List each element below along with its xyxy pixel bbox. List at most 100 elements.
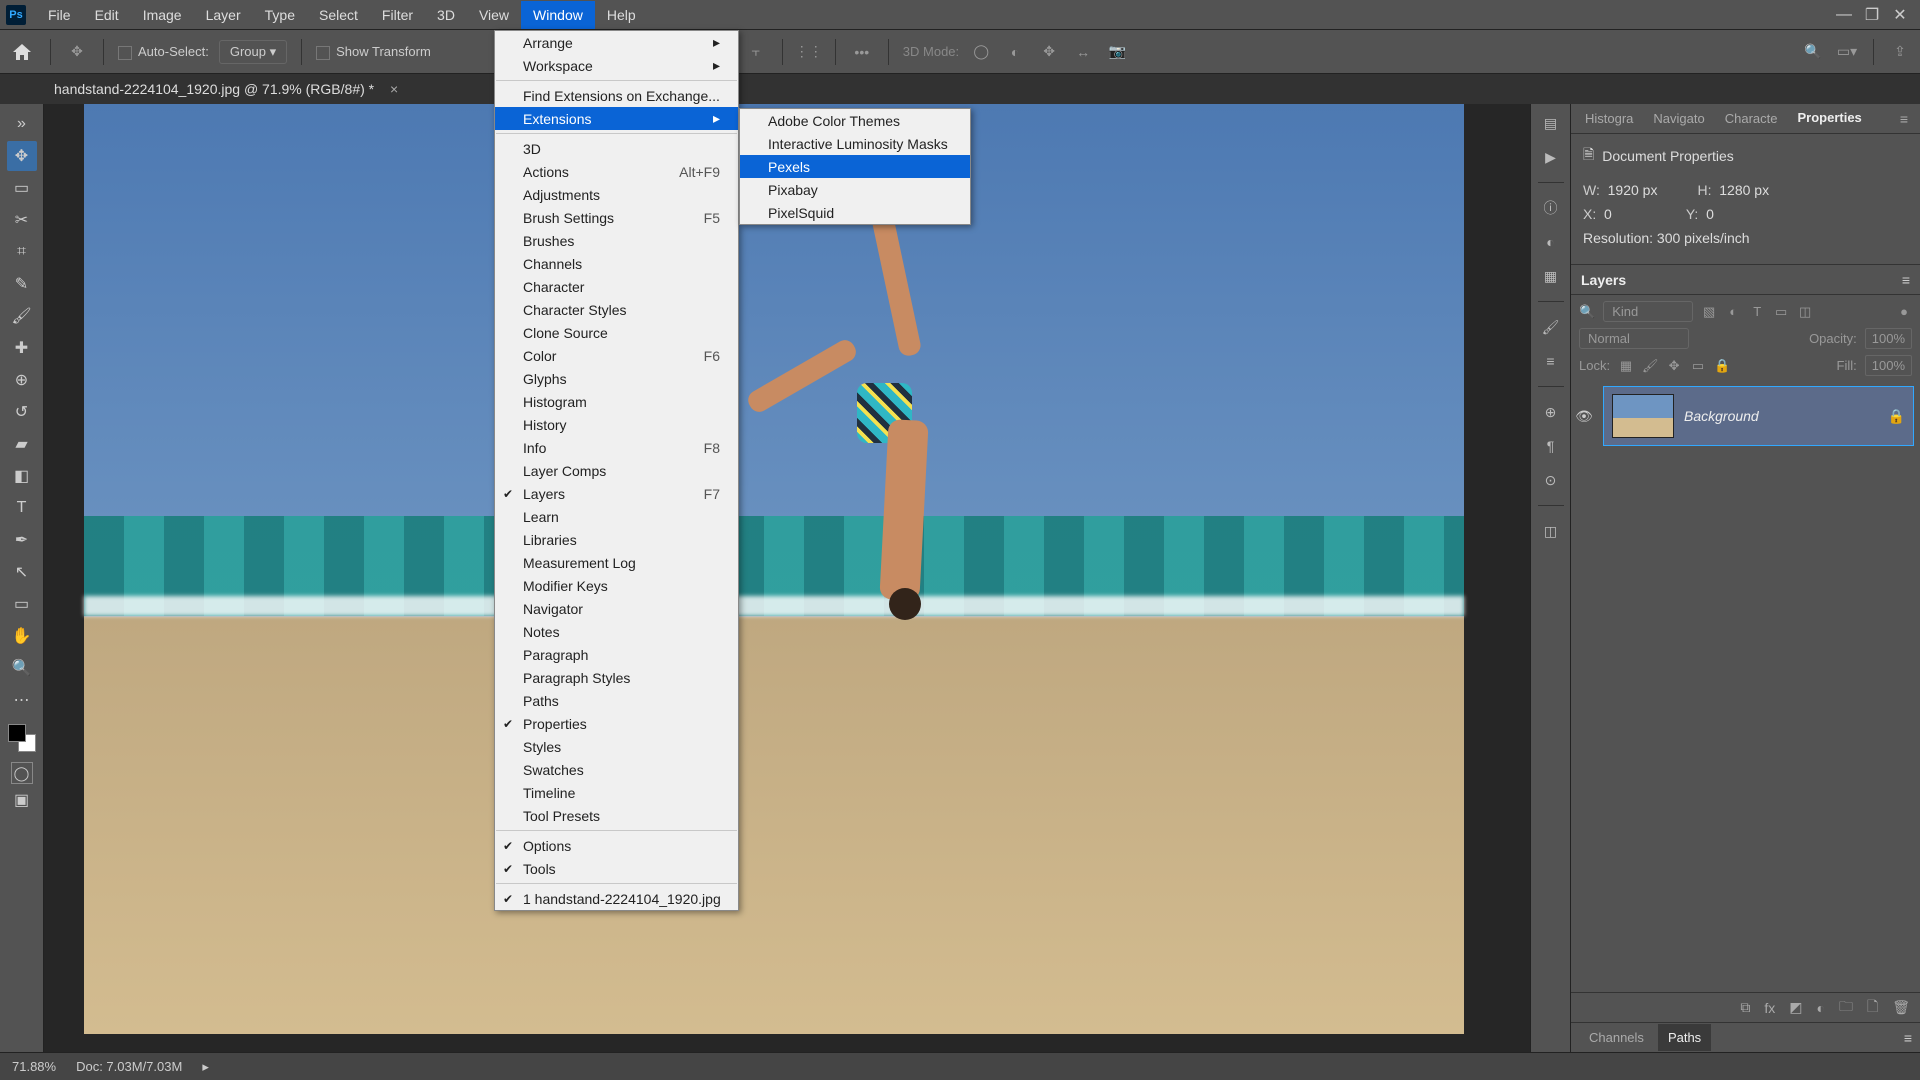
layer-thumbnail[interactable]	[1612, 394, 1674, 438]
filter-pixel-icon[interactable]: ▧	[1701, 304, 1717, 320]
screen-mode-icon[interactable]: ▣	[7, 785, 37, 815]
align-right-icon[interactable]: ⫟	[744, 40, 768, 64]
lock-brush-icon[interactable]: 🖌	[1642, 358, 1658, 374]
opacity-value[interactable]: 100%	[1865, 328, 1912, 349]
swatches-panel-icon[interactable]: ▦	[1538, 263, 1564, 289]
delete-layer-icon[interactable]: 🗑	[1892, 999, 1910, 1016]
fill-value[interactable]: 100%	[1865, 355, 1912, 376]
mi-color[interactable]: ColorF6	[495, 344, 738, 367]
window-close-icon[interactable]: ✕	[1886, 5, 1914, 25]
edit-toolbar-icon[interactable]: ⋯	[7, 685, 37, 715]
brushes-panel-icon[interactable]: ≡	[1538, 348, 1564, 374]
mi-channels[interactable]: Channels	[495, 252, 738, 275]
mi-arrange[interactable]: Arrange▸	[495, 31, 738, 54]
mi-history[interactable]: History	[495, 413, 738, 436]
layer-lock-icon[interactable]: 🔒	[1888, 408, 1905, 425]
collapse-toolbox-icon[interactable]: »	[7, 109, 37, 139]
mi-layers[interactable]: ✔LayersF7	[495, 482, 738, 505]
lock-all-icon[interactable]: 🔒	[1714, 358, 1730, 374]
doc-size[interactable]: Doc: 7.03M/7.03M	[76, 1059, 182, 1074]
mi-tools[interactable]: ✔Tools	[495, 857, 738, 880]
3d-camera-icon[interactable]: 📷	[1105, 40, 1129, 64]
3d-orbit-icon[interactable]: ◯	[969, 40, 993, 64]
color-swatches[interactable]	[8, 724, 36, 752]
menu-layer[interactable]: Layer	[194, 1, 253, 29]
menu-image[interactable]: Image	[131, 1, 194, 29]
window-restore-icon[interactable]: ❐	[1858, 5, 1886, 25]
mi-histogram[interactable]: Histogram	[495, 390, 738, 413]
menu-window[interactable]: Window	[521, 1, 595, 29]
mi-options[interactable]: ✔Options	[495, 834, 738, 857]
tab-properties[interactable]: Properties	[1789, 104, 1869, 133]
pen-tool[interactable]: ✒	[7, 525, 37, 555]
layer-row[interactable]: Background 🔒	[1603, 386, 1914, 446]
mi-clone-source[interactable]: Clone Source	[495, 321, 738, 344]
crop-tool[interactable]: ⌗	[7, 237, 37, 267]
eyedropper-tool[interactable]: ✎	[7, 269, 37, 299]
menu-select[interactable]: Select	[307, 1, 370, 29]
mi-paragraph[interactable]: Paragraph	[495, 643, 738, 666]
libraries-panel-icon[interactable]: ◫	[1538, 518, 1564, 544]
mi-properties[interactable]: ✔Properties	[495, 712, 738, 735]
ext-pexels[interactable]: Pexels	[740, 155, 970, 178]
window-minimize-icon[interactable]: —	[1830, 6, 1858, 24]
document-tab[interactable]: handstand-2224104_1920.jpg @ 71.9% (RGB/…	[40, 75, 412, 103]
layer-name[interactable]: Background	[1684, 408, 1878, 424]
menu-file[interactable]: File	[36, 1, 83, 29]
actions-panel-icon[interactable]: ▶	[1538, 144, 1564, 170]
blend-mode-dropdown[interactable]: Normal	[1579, 328, 1689, 349]
3d-roll-icon[interactable]: ◐	[1003, 40, 1027, 64]
layer-mask-icon[interactable]: ◩	[1789, 999, 1802, 1016]
history-brush-tool[interactable]: ↺	[7, 397, 37, 427]
lock-artboard-icon[interactable]: ▭	[1690, 358, 1706, 374]
eraser-tool[interactable]: ▰	[7, 429, 37, 459]
auto-select-checkbox[interactable]: Auto-Select:	[118, 43, 209, 59]
menu-view[interactable]: View	[467, 1, 521, 29]
move-tool[interactable]: ✥	[7, 141, 37, 171]
mi-brush-settings[interactable]: Brush SettingsF5	[495, 206, 738, 229]
tab-histogram[interactable]: Histogra	[1577, 105, 1641, 132]
workspace-switcher-icon[interactable]: ▭▾	[1835, 40, 1859, 64]
auto-select-dropdown[interactable]: Group ▾	[219, 40, 287, 64]
filter-shape-icon[interactable]: ▭	[1773, 304, 1789, 320]
layer-visibility-icon[interactable]: 👁	[1571, 408, 1597, 425]
mi-paragraph-styles[interactable]: Paragraph Styles	[495, 666, 738, 689]
brush-settings-panel-icon[interactable]: 🖌	[1538, 314, 1564, 340]
menu-filter[interactable]: Filter	[370, 1, 425, 29]
tab-channels[interactable]: Channels	[1579, 1024, 1654, 1051]
hand-tool[interactable]: ✋	[7, 621, 37, 651]
marquee-tool[interactable]: ▭	[7, 173, 37, 203]
move-tool-icon[interactable]: ✥	[65, 40, 89, 64]
info-panel-icon[interactable]: ⓘ	[1538, 195, 1564, 221]
mi-workspace[interactable]: Workspace▸	[495, 54, 738, 77]
quick-mask-icon[interactable]: ◯	[11, 762, 33, 784]
mi-paths[interactable]: Paths	[495, 689, 738, 712]
mi-3d[interactable]: 3D	[495, 137, 738, 160]
filter-smart-icon[interactable]: ◫	[1797, 304, 1813, 320]
zoom-level[interactable]: 71.88%	[12, 1059, 56, 1074]
gradient-tool[interactable]: ◧	[7, 461, 37, 491]
path-select-tool[interactable]: ↖	[7, 557, 37, 587]
menu-edit[interactable]: Edit	[83, 1, 131, 29]
close-tab-icon[interactable]: ×	[390, 81, 398, 97]
ext-pixabay[interactable]: Pixabay	[740, 178, 970, 201]
mi-styles[interactable]: Styles	[495, 735, 738, 758]
search-icon[interactable]: 🔍	[1801, 40, 1825, 64]
filter-type-icon[interactable]: T	[1749, 304, 1765, 320]
mi-libraries[interactable]: Libraries	[495, 528, 738, 551]
menu-help[interactable]: Help	[595, 1, 648, 29]
mi-find-extensions[interactable]: Find Extensions on Exchange...	[495, 84, 738, 107]
mi-character-styles[interactable]: Character Styles	[495, 298, 738, 321]
home-icon[interactable]	[8, 38, 36, 66]
mi-actions[interactable]: ActionsAlt+F9	[495, 160, 738, 183]
status-chevron-icon[interactable]: ▸	[202, 1059, 209, 1075]
glyphs-panel-icon[interactable]: ⊙	[1538, 467, 1564, 493]
paragraph-panel-icon[interactable]: ¶	[1538, 433, 1564, 459]
filter-toggle-icon[interactable]: ●	[1896, 304, 1912, 320]
lock-position-icon[interactable]: ✥	[1666, 358, 1682, 374]
panel-menu-icon[interactable]: ≡	[1894, 111, 1914, 127]
clone-source-panel-icon[interactable]: ⊕	[1538, 399, 1564, 425]
healing-tool[interactable]: ✚	[7, 333, 37, 363]
mi-timeline[interactable]: Timeline	[495, 781, 738, 804]
more-options-icon[interactable]: •••	[850, 40, 874, 64]
